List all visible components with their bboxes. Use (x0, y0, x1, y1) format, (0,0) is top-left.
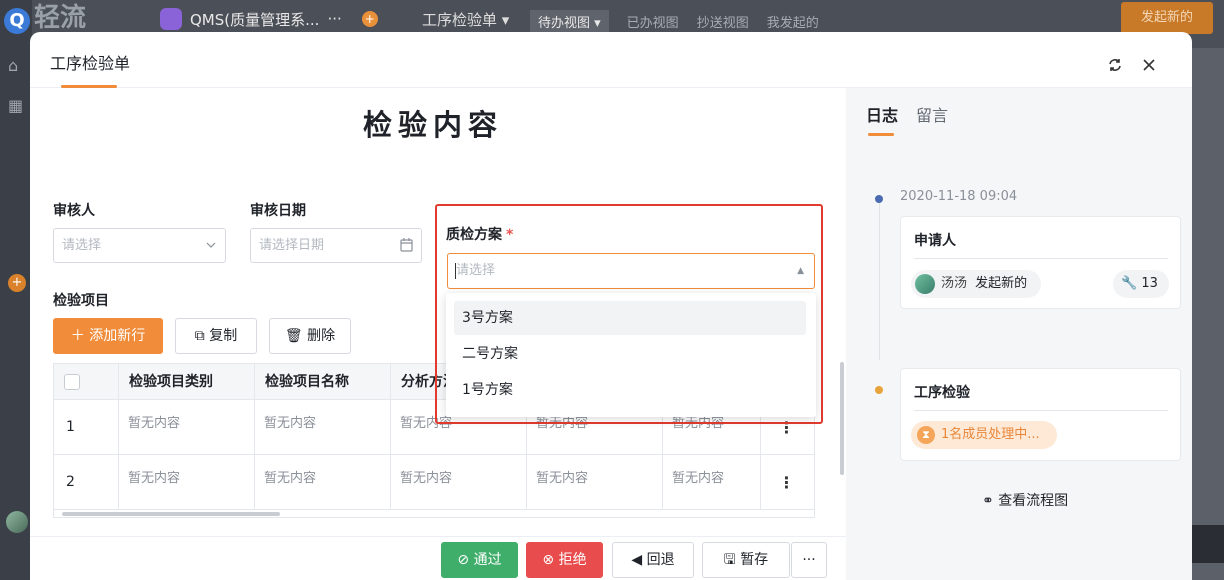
copy-button[interactable]: ⧉ 复制 (175, 318, 257, 354)
delete-button[interactable]: 🗑 删除 (269, 318, 351, 354)
timeline-dot (875, 195, 883, 203)
qc-plan-highlight: 质检方案 * 请选择 ▲ 3号方案 二号方案 1号方案 (435, 204, 823, 424)
table-cell[interactable]: 暂无内容 (118, 400, 254, 455)
background-plus-icon: + (8, 274, 26, 292)
chevron-down-icon (205, 229, 217, 275)
more-button[interactable]: ··· (791, 542, 827, 578)
table-cell[interactable]: 暂无内容 (254, 455, 390, 510)
card-divider (914, 258, 1168, 259)
app-logo: Q 轻流 (0, 2, 110, 34)
applicant-pill: 汤汤 发起新的 (911, 270, 1041, 298)
background-start-button: 发起新的 (1121, 2, 1213, 34)
step-status-badge: ⧗ 1名成员处理中... (911, 421, 1057, 449)
wrench-icon: 🔧 (1121, 276, 1138, 291)
x-circle-icon: ⊗ (542, 552, 555, 568)
col-category: 检验项目类别 (118, 364, 254, 400)
qc-plan-dropdown: 3号方案 二号方案 1号方案 (446, 293, 816, 417)
check-circle-icon: ⊘ (457, 552, 470, 568)
tab-todo: 待办视图 ▾ (530, 10, 609, 33)
tab-mine: 我发起的 (766, 16, 819, 31)
reviewer-label: 审核人 (53, 203, 95, 219)
return-button[interactable]: ◀ 回退 (612, 542, 694, 578)
applicant-title: 申请人 (914, 233, 956, 249)
log-timestamp: 2020-11-18 09:04 (900, 189, 1018, 204)
row-more-icon[interactable]: ⋮ (760, 455, 812, 510)
pass-button[interactable]: ⊘ 通过 (441, 542, 518, 578)
action-bar: ⊘ 通过 ⊗ 拒绝 ◀ 回退 🖫 暂存 ··· (30, 536, 846, 580)
dropdown-option[interactable]: 3号方案 (454, 301, 806, 335)
caret-up-icon: ▲ (797, 266, 804, 276)
tab-comment[interactable]: 留言 (916, 102, 948, 126)
add-icon: + (361, 11, 378, 27)
tab-cc: 抄送视图 (696, 16, 749, 31)
save-icon: 🖫 (723, 552, 736, 568)
items-label: 检验项目 (53, 293, 109, 309)
background-view-tabs: 待办视图 ▾ 已办视图 抄送视图 我发起的 (530, 10, 819, 33)
text-cursor (455, 263, 456, 279)
copy-icon: ⧉ (194, 328, 205, 344)
review-date-label: 审核日期 (250, 203, 306, 219)
trash-icon: 🗑 (284, 328, 303, 344)
form-area: 检验内容 审核人 请选择 审核日期 请选择日期 检验项目 ＋ 添加新行 ⧉ 复制… (30, 88, 846, 580)
inspection-modal: 工序检验单 检验内容 审核人 请选择 审核日期 请选择日期 检验项目 ＋ 添加新… (30, 32, 1192, 580)
col-name: 检验项目名称 (254, 364, 390, 400)
row-number: 2 (66, 474, 75, 490)
background-avatar (6, 511, 28, 533)
qc-plan-select[interactable]: 请选择 ▲ (447, 253, 815, 289)
dropdown-option[interactable]: 二号方案 (454, 337, 806, 371)
review-date-field[interactable]: 请选择日期 (250, 228, 422, 263)
table-row[interactable]: 2 暂无内容 暂无内容 暂无内容 暂无内容 暂无内容 ⋮ (54, 455, 814, 510)
close-icon[interactable] (1140, 56, 1158, 74)
table-horizontal-scrollbar[interactable] (62, 512, 280, 516)
reject-button[interactable]: ⊗ 拒绝 (526, 542, 603, 578)
back-icon: ◀ (631, 552, 643, 568)
background-corner (1192, 525, 1224, 563)
app-icon (160, 8, 182, 30)
refresh-icon[interactable] (1106, 56, 1124, 74)
background-view-title: 工序检验单 ▾ (422, 11, 510, 29)
applicant-card: 申请人 汤汤 发起新的 🔧 13 (900, 216, 1181, 309)
modal-header: 工序检验单 (30, 32, 1192, 88)
table-cell[interactable]: 暂无内容 (662, 455, 760, 510)
tab-log[interactable]: 日志 (866, 102, 898, 126)
background-app-title: QMS(质量管理系... ··· + (160, 8, 378, 30)
form-vertical-scrollbar[interactable] (840, 362, 844, 475)
applicant-count-badge: 🔧 13 (1113, 270, 1169, 298)
modal-title: 工序检验单 (50, 54, 131, 73)
avatar (915, 274, 935, 294)
section-heading: 检验内容 (362, 108, 503, 142)
table-cell[interactable]: 暂无内容 (526, 455, 662, 510)
add-row-button[interactable]: ＋ 添加新行 (53, 318, 163, 354)
step-card: 工序检验 ⧗ 1名成员处理中... (900, 368, 1181, 461)
log-panel: 日志 留言 2020-11-18 09:04 申请人 汤汤 发起新的 🔧 13 … (846, 88, 1192, 580)
home-icon: ⌂ (8, 56, 19, 75)
dropdown-option[interactable]: 1号方案 (454, 373, 806, 407)
view-flow-link[interactable]: ⚭ 查看流程图 (982, 490, 1068, 510)
row-number: 1 (66, 419, 75, 435)
select-all-checkbox[interactable] (64, 374, 80, 390)
calendar-icon (400, 229, 413, 275)
flowchart-icon: ⚭ (982, 493, 994, 509)
timeline-dot (875, 386, 883, 394)
reviewer-select[interactable]: 请选择 (53, 228, 226, 263)
save-draft-button[interactable]: 🖫 暂存 (702, 542, 790, 578)
timeline-line (879, 200, 880, 360)
tab-done: 已办视图 (626, 16, 679, 31)
table-cell[interactable]: 暂无内容 (390, 455, 526, 510)
table-cell[interactable]: 暂无内容 (118, 455, 254, 510)
apps-icon: ▦ (8, 96, 24, 115)
table-cell[interactable]: 暂无内容 (254, 400, 390, 455)
hourglass-icon: ⧗ (917, 426, 935, 444)
tab-log-underline (868, 133, 894, 136)
step-title: 工序检验 (914, 385, 970, 401)
card-divider (914, 410, 1168, 411)
qc-plan-label: 质检方案 * (446, 227, 514, 243)
background-nav-icons: ⌂ ▦ (8, 56, 23, 116)
plus-icon: ＋ (70, 328, 85, 344)
